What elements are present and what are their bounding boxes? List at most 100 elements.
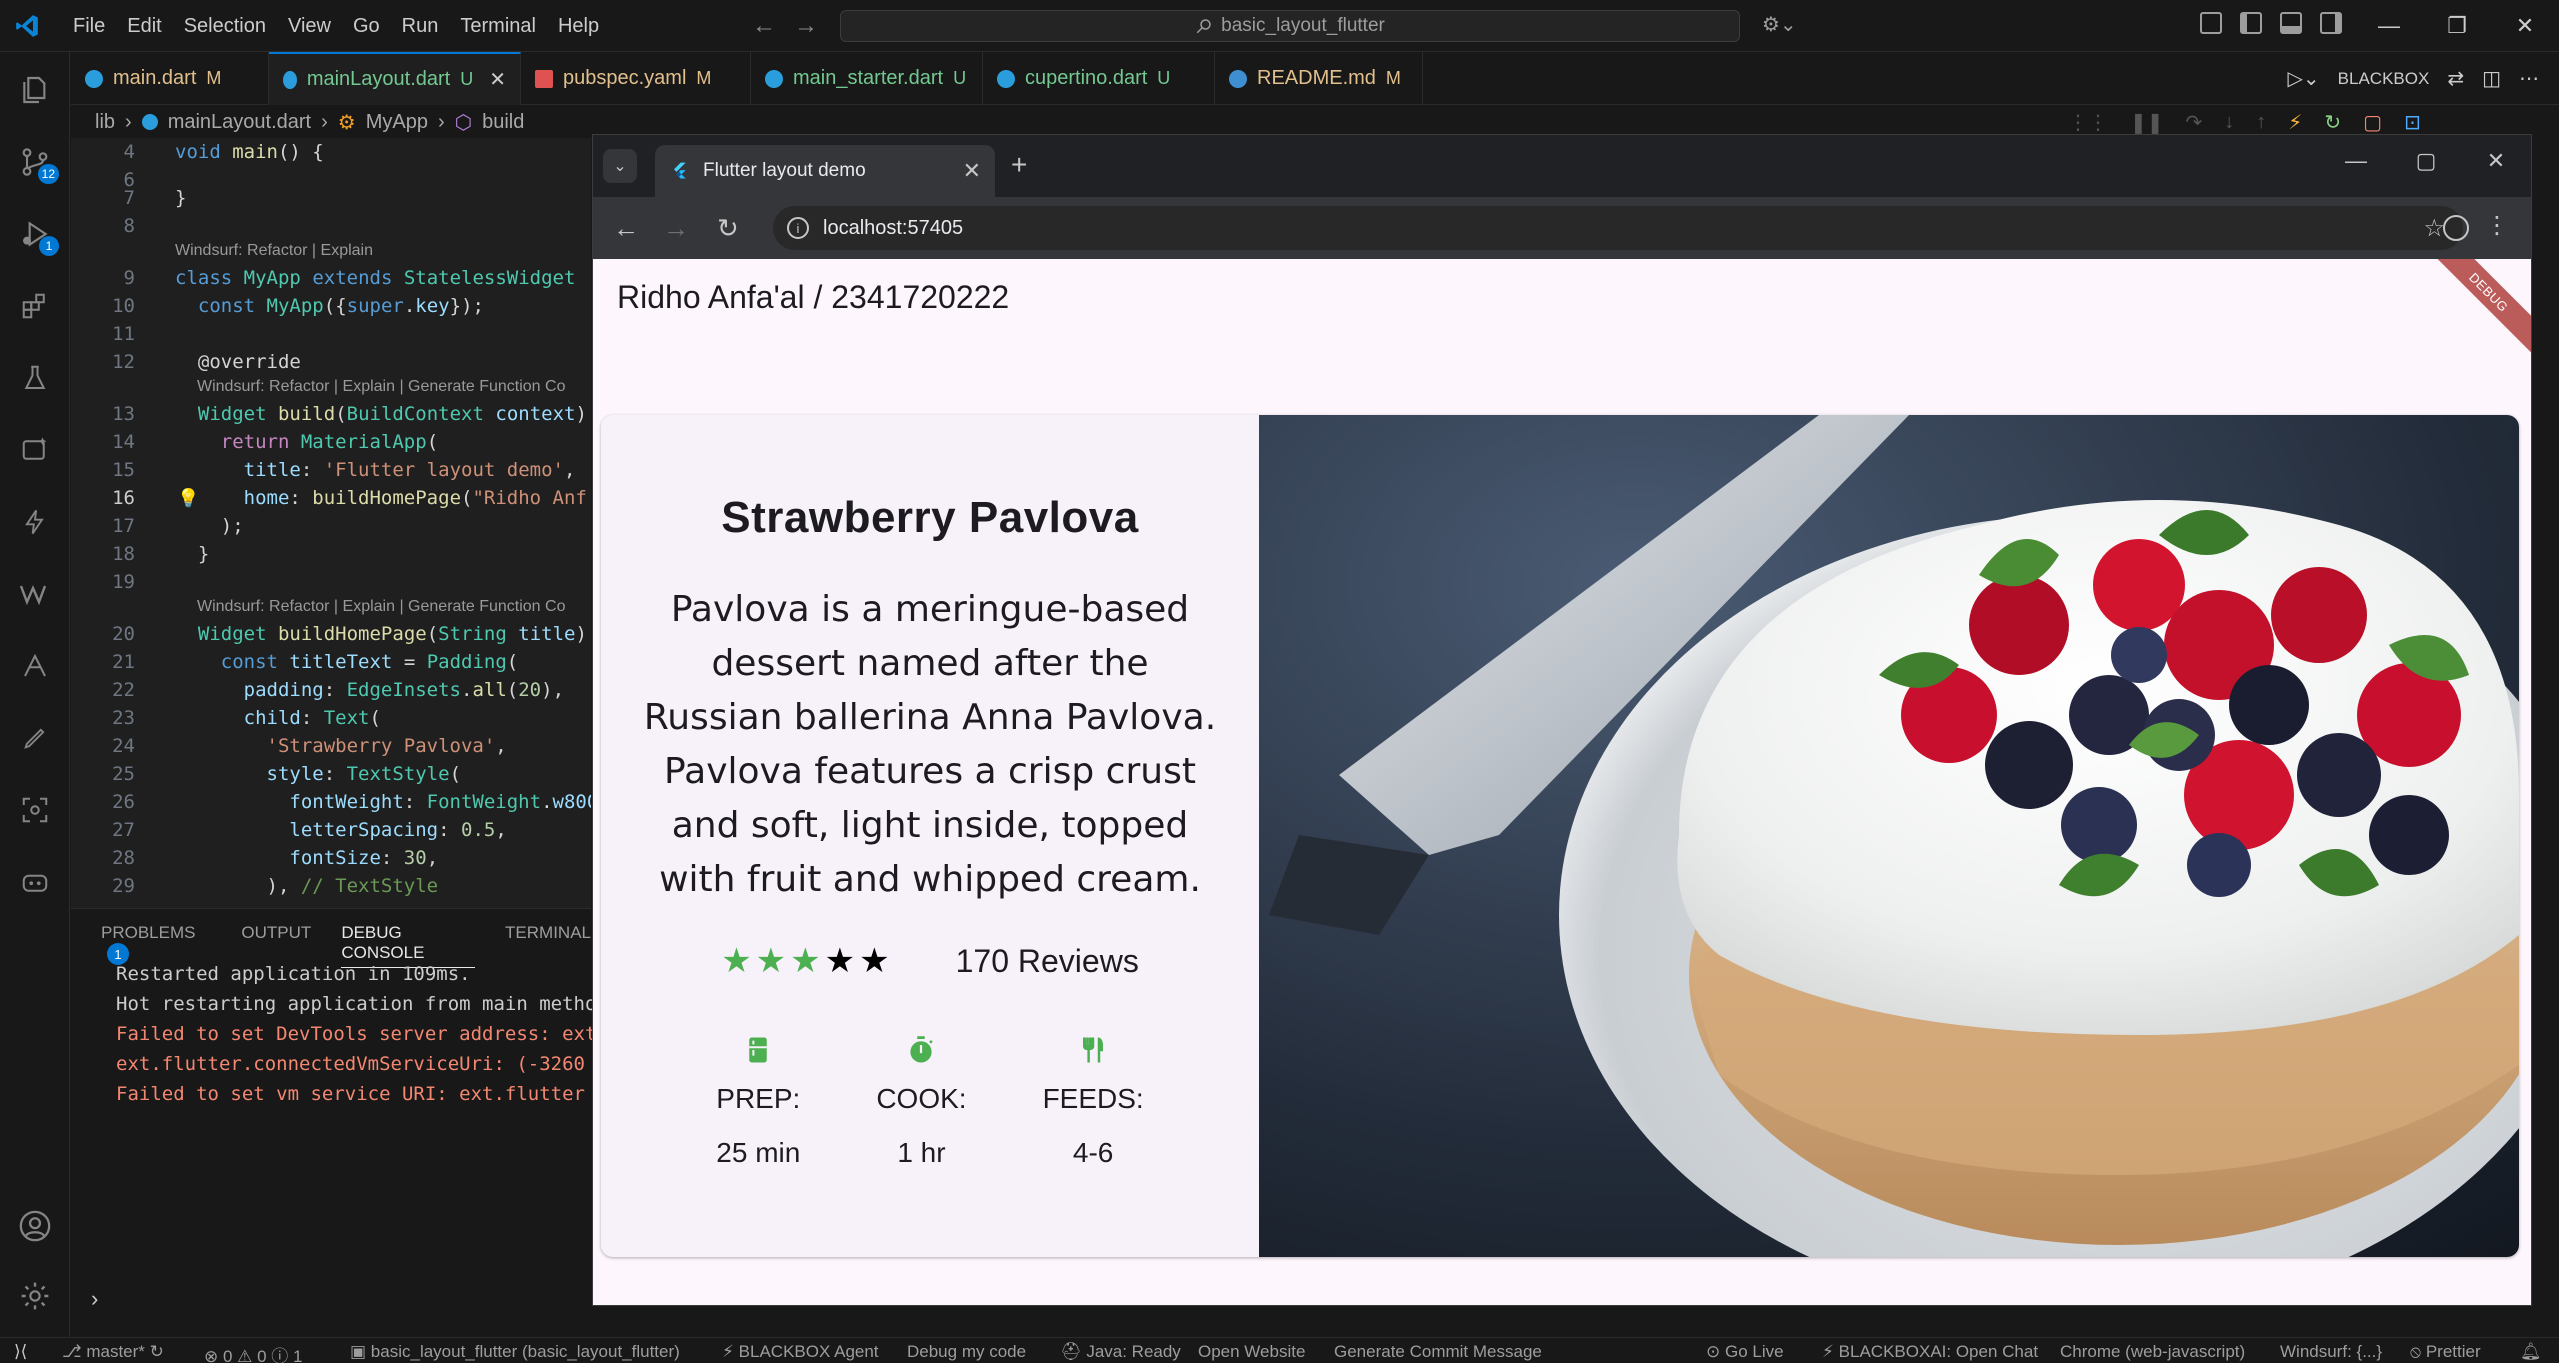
remote-explorer-icon[interactable] <box>17 648 53 684</box>
back-arrow-icon[interactable]: ← <box>613 213 639 244</box>
flash-icon[interactable] <box>17 504 53 540</box>
extensions-icon[interactable] <box>17 288 53 324</box>
tab-main-starter-dart[interactable]: main_starter.dart U <box>751 52 983 105</box>
menu-view[interactable]: View <box>277 15 342 38</box>
tab-readme-md[interactable]: README.md M <box>1215 52 1423 105</box>
run-debug-dropdown-icon[interactable]: ▷⌄ <box>2288 66 2320 91</box>
maximize-icon[interactable]: ▢ <box>2391 135 2461 187</box>
tab-debug-console[interactable]: DEBUG CONSOLE <box>341 923 476 968</box>
menu-terminal[interactable]: Terminal <box>449 15 547 38</box>
code-editor[interactable]: 4 void main() { runApp(const MyApp()); 6 … <box>71 138 591 908</box>
toggle-primary-sidebar-icon[interactable] <box>2240 12 2262 34</box>
go-live-item[interactable]: ⊙ Go Live <box>1706 1342 1784 1362</box>
menu-run[interactable]: Run <box>391 15 450 38</box>
blackbox-label[interactable]: BLACKBOX <box>2338 69 2430 89</box>
blackbox-agent-item[interactable]: ⚡ BLACKBOX Agent <box>722 1342 879 1362</box>
step-into-icon[interactable]: ↓ <box>2224 111 2234 134</box>
pen-icon[interactable] <box>17 720 53 756</box>
codelens[interactable]: Windsurf: Refactor | Explain <box>175 242 373 260</box>
open-website-item[interactable]: Open Website <box>1198 1342 1305 1362</box>
copilot-icon[interactable]: ⚙⌄ <box>1762 12 1797 37</box>
breadcrumb-folder[interactable]: lib <box>95 111 115 134</box>
back-arrow-icon[interactable]: ← <box>752 12 776 40</box>
account-icon[interactable] <box>17 1208 53 1244</box>
menu-help[interactable]: Help <box>547 15 610 38</box>
explorer-icon[interactable] <box>17 72 53 108</box>
remote-icon[interactable]: ⟩⟨ <box>14 1342 27 1362</box>
testing-icon[interactable] <box>17 360 53 396</box>
codelens[interactable]: Windsurf: Refactor | Explain | Generate … <box>197 378 565 396</box>
step-over-icon[interactable]: ↷ <box>2186 110 2203 135</box>
tab-status: M <box>1385 68 1401 88</box>
restart-icon[interactable]: ↻ <box>2324 110 2341 135</box>
windsurf-item[interactable]: Windsurf: {...} <box>2280 1342 2382 1362</box>
menu-selection[interactable]: Selection <box>173 15 277 38</box>
blackbox-chat-item[interactable]: ⚡ BLACKBOXAI: Open Chat <box>1822 1342 2038 1362</box>
run-debug-icon[interactable]: 1 <box>17 216 59 256</box>
copilot-agent-icon[interactable] <box>17 864 53 900</box>
pause-icon[interactable]: ❚❚ <box>2130 110 2164 135</box>
prettier-item[interactable]: ⦸ Prettier <box>2410 1342 2481 1362</box>
url-text: localhost:57405 <box>823 216 964 239</box>
close-icon[interactable]: ✕ <box>2461 135 2531 187</box>
customize-layout-icon[interactable] <box>2200 12 2222 34</box>
minimize-icon[interactable]: — <box>2321 135 2391 187</box>
new-tab-icon[interactable]: + <box>1011 149 1027 181</box>
notifications-bell-icon[interactable]: 🔔︎ <box>2520 1342 2542 1362</box>
tab-output[interactable]: OUTPUT <box>241 923 311 968</box>
reload-icon[interactable]: ↻ <box>717 213 739 244</box>
tab-terminal[interactable]: TERMINAL <box>505 923 591 968</box>
drag-handle-icon[interactable]: ⋮⋮ <box>2068 110 2108 135</box>
ai-chat-icon[interactable] <box>17 432 53 468</box>
more-actions-icon[interactable]: ⋯ <box>2519 66 2539 91</box>
windsurf-icon[interactable] <box>17 576 53 612</box>
browser-window-controls: — ▢ ✕ <box>2321 135 2531 187</box>
forward-arrow-icon[interactable]: → <box>663 213 689 244</box>
tab-main-dart[interactable]: main.dart M <box>71 52 269 105</box>
split-editor-icon[interactable]: ◫ <box>2482 66 2501 91</box>
site-info-icon[interactable]: i <box>787 217 809 239</box>
bookmark-star-icon[interactable]: ☆ <box>2423 214 2445 243</box>
hot-reload-icon[interactable]: ⚡ <box>2288 110 2302 135</box>
settings-gear-icon[interactable] <box>17 1278 53 1314</box>
toggle-panel-icon[interactable] <box>2280 12 2302 34</box>
toggle-secondary-sidebar-icon[interactable] <box>2320 12 2342 34</box>
menu-file[interactable]: File <box>62 15 116 38</box>
screenshot-scan-icon[interactable] <box>17 792 53 828</box>
tab-search-dropdown-icon[interactable]: ⌄ <box>603 149 637 183</box>
tab-pubspec-yaml[interactable]: pubspec.yaml M <box>521 52 751 105</box>
browser-tab[interactable]: Flutter layout demo ✕ <box>655 145 995 197</box>
minimize-icon[interactable]: — <box>2355 0 2423 52</box>
close-tab-icon[interactable]: ✕ <box>963 158 981 184</box>
close-icon[interactable]: ✕ <box>2491 0 2559 52</box>
project-indicator[interactable]: ▣ basic_layout_flutter (basic_layout_flu… <box>350 1342 680 1362</box>
console-input-chevron-icon[interactable]: › <box>91 1286 98 1312</box>
problems-indicator[interactable]: ⊗ 0 ⚠ 0 ⓘ 1 <box>204 1342 302 1363</box>
tab-problems[interactable]: PROBLEMS1 <box>101 923 211 968</box>
menu-go[interactable]: Go <box>342 15 391 38</box>
tab-cupertino-dart[interactable]: cupertino.dart U <box>983 52 1215 105</box>
device-item[interactable]: Chrome (web-javascript) <box>2060 1342 2245 1362</box>
compare-icon[interactable]: ⇄ <box>2447 66 2464 91</box>
menu-edit[interactable]: Edit <box>116 15 172 38</box>
java-status-item[interactable]: ⛑ Java: Ready <box>1060 1342 1181 1362</box>
debug-code-item[interactable]: Debug my code <box>907 1342 1026 1362</box>
branch-indicator[interactable]: ⎇ master* ↻ <box>62 1342 164 1362</box>
profile-icon[interactable] <box>2443 215 2469 241</box>
source-control-icon[interactable]: 12 <box>17 144 59 184</box>
codelens[interactable]: Windsurf: Refactor | Explain | Generate … <box>197 598 565 616</box>
breadcrumb-method[interactable]: build <box>482 111 524 134</box>
address-bar[interactable]: i localhost:57405 ☆ <box>773 206 2463 250</box>
command-center-search[interactable]: basic_layout_flutter <box>840 10 1740 42</box>
tab-mainlayout-dart[interactable]: mainLayout.dart U ✕ <box>269 52 521 105</box>
more-menu-icon[interactable]: ⋮ <box>2485 211 2509 240</box>
stop-icon[interactable]: ▢ <box>2363 110 2382 135</box>
breadcrumb-file[interactable]: mainLayout.dart <box>168 111 311 134</box>
restore-icon[interactable]: ❐ <box>2423 0 2491 52</box>
step-out-icon[interactable]: ↑ <box>2256 111 2266 134</box>
inspect-widget-icon[interactable]: ⊡ <box>2404 110 2421 135</box>
close-tab-icon[interactable]: ✕ <box>489 67 506 92</box>
commit-message-item[interactable]: Generate Commit Message <box>1334 1342 1542 1362</box>
breadcrumb-class[interactable]: MyApp <box>366 111 428 134</box>
forward-arrow-icon[interactable]: → <box>794 12 818 40</box>
